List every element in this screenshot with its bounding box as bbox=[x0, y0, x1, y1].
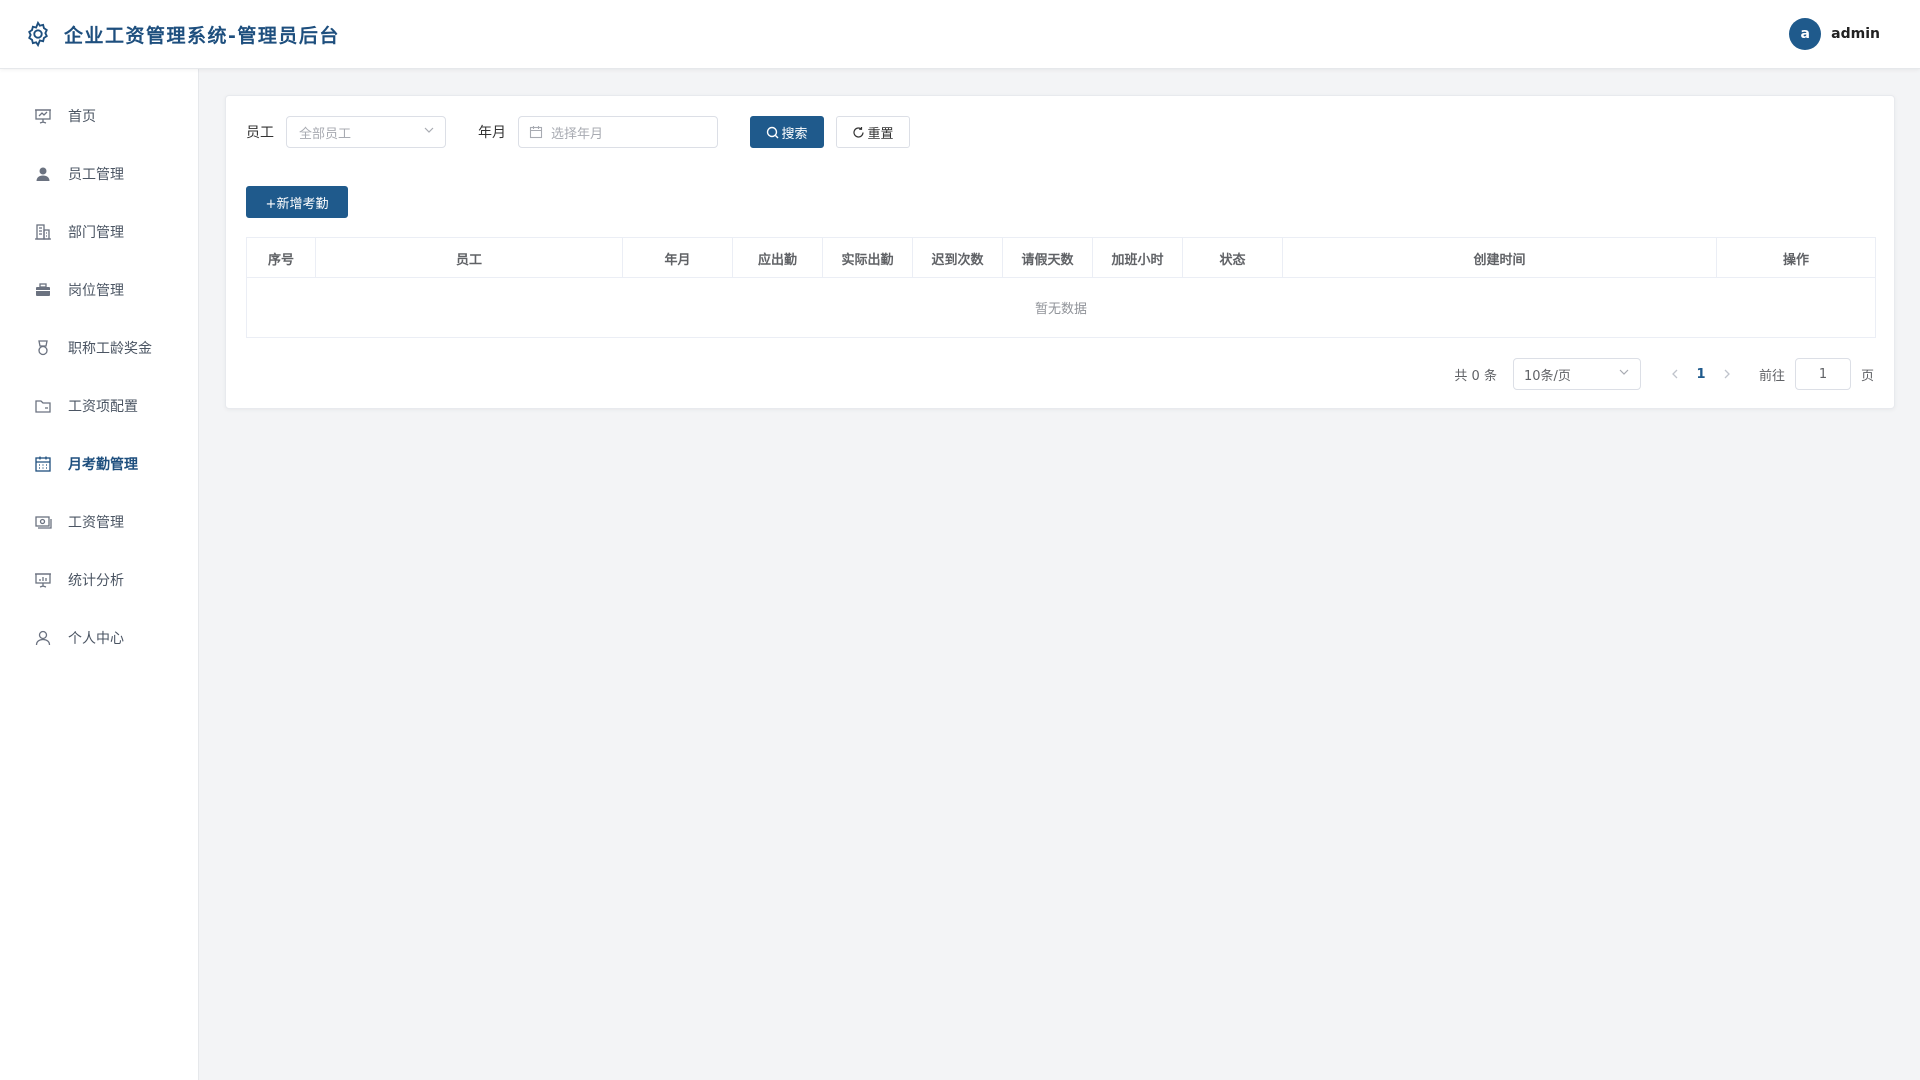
sidebar-menu: 首页 员工管理 部门管理 岗位管理 职称工龄奖金 工资项配置 月考勤管理 工资管… bbox=[0, 69, 198, 667]
search-icon bbox=[766, 126, 779, 139]
filter-bar: 员工 全部员工 年月 选择年月 搜索 重置 bbox=[246, 116, 910, 148]
calendar-icon bbox=[529, 125, 543, 139]
employee-select[interactable]: 全部员工 bbox=[286, 116, 446, 148]
sidebar-item-label: 统计分析 bbox=[68, 573, 124, 589]
sidebar-item-employees[interactable]: 员工管理 bbox=[0, 145, 198, 203]
sidebar-item-title-bonus[interactable]: 职称工龄奖金 bbox=[0, 319, 198, 377]
empty-state: 暂无数据 bbox=[1034, 302, 1087, 317]
column-header[interactable]: 创建时间 bbox=[1283, 238, 1717, 278]
sidebar-item-salary-items[interactable]: 工资项配置 bbox=[0, 377, 198, 435]
pagination: 共 0 条 10条/页 1 前往 1 页 bbox=[1454, 358, 1874, 390]
calendar-icon bbox=[34, 455, 52, 473]
chevron-right-icon bbox=[1724, 369, 1730, 379]
sidebar-item-label: 部门管理 bbox=[68, 225, 124, 241]
month-picker[interactable]: 选择年月 bbox=[518, 116, 718, 148]
column-header[interactable]: 序号 bbox=[247, 238, 316, 278]
suitcase-icon bbox=[34, 281, 52, 299]
avatar[interactable]: a bbox=[1789, 18, 1822, 50]
brand: 企业工资管理系统-管理员后台 bbox=[24, 20, 340, 48]
page-jump-input[interactable]: 1 bbox=[1794, 358, 1851, 390]
medal-icon bbox=[34, 339, 52, 357]
user-filled-icon bbox=[34, 165, 52, 183]
money-icon bbox=[34, 513, 52, 531]
page-size-select[interactable]: 10条/页 bbox=[1512, 358, 1641, 390]
sidebar-item-label: 员工管理 bbox=[68, 167, 124, 183]
attendance-card: 员工 全部员工 年月 选择年月 搜索 重置 +新增考勤 序号 员工 年月 应出勤… bbox=[225, 95, 1895, 409]
top-header: 企业工资管理系统-管理员后台 a admin bbox=[0, 0, 1920, 69]
sidebar-item-attendance[interactable]: 月考勤管理 bbox=[0, 435, 198, 493]
month-picker-placeholder: 选择年月 bbox=[551, 126, 604, 142]
user-menu[interactable]: a admin bbox=[1789, 18, 1880, 50]
sidebar-item-departments[interactable]: 部门管理 bbox=[0, 203, 198, 261]
page-number-current[interactable]: 1 bbox=[1685, 367, 1717, 382]
presentation-icon bbox=[34, 107, 52, 125]
employee-filter-label: 员工 bbox=[246, 125, 274, 141]
sidebar-item-label: 工资项配置 bbox=[68, 399, 138, 415]
page-size-value: 10条/页 bbox=[1523, 368, 1571, 384]
sidebar-item-home[interactable]: 首页 bbox=[0, 87, 198, 145]
gear-icon bbox=[24, 20, 52, 48]
sidebar-item-label: 岗位管理 bbox=[68, 283, 124, 299]
column-header[interactable]: 加班小时 bbox=[1093, 238, 1183, 278]
page-suffix: 页 bbox=[1860, 368, 1874, 384]
page-jumper: 前往 1 页 bbox=[1759, 358, 1874, 390]
username[interactable]: admin bbox=[1831, 26, 1880, 42]
column-header[interactable]: 年月 bbox=[623, 238, 733, 278]
reset-button[interactable]: 重置 bbox=[836, 116, 910, 148]
add-attendance-button[interactable]: +新增考勤 bbox=[246, 186, 348, 218]
office-building-icon bbox=[34, 223, 52, 241]
goto-label: 前往 bbox=[1758, 368, 1785, 384]
month-filter-label: 年月 bbox=[478, 125, 506, 141]
sidebar-item-label: 月考勤管理 bbox=[68, 457, 138, 473]
column-header[interactable]: 请假天数 bbox=[1003, 238, 1093, 278]
sidebar-item-salary[interactable]: 工资管理 bbox=[0, 493, 198, 551]
attendance-table: 序号 员工 年月 应出勤 实际出勤 迟到次数 请假天数 加班小时 状态 创建时间… bbox=[246, 237, 1876, 338]
sidebar-item-statistics[interactable]: 统计分析 bbox=[0, 551, 198, 609]
sidebar-item-label: 首页 bbox=[68, 109, 96, 125]
folder-icon bbox=[34, 397, 52, 415]
sidebar-item-profile[interactable]: 个人中心 bbox=[0, 609, 198, 667]
column-header[interactable]: 实际出勤 bbox=[823, 238, 913, 278]
app-title: 企业工资管理系统-管理员后台 bbox=[64, 24, 340, 47]
sidebar-item-positions[interactable]: 岗位管理 bbox=[0, 261, 198, 319]
user-icon bbox=[34, 629, 52, 647]
data-analysis-icon bbox=[34, 571, 52, 589]
column-header[interactable]: 状态 bbox=[1183, 238, 1283, 278]
sidebar-item-label: 职称工龄奖金 bbox=[68, 341, 152, 357]
sidebar-item-label: 个人中心 bbox=[68, 631, 124, 647]
next-page-button[interactable] bbox=[1717, 364, 1737, 384]
employee-select-placeholder: 全部员工 bbox=[299, 126, 352, 142]
sidebar-item-label: 工资管理 bbox=[68, 515, 124, 531]
table-header: 序号 员工 年月 应出勤 实际出勤 迟到次数 请假天数 加班小时 状态 创建时间… bbox=[247, 238, 1875, 278]
total-count: 共 0 条 bbox=[1454, 368, 1497, 384]
search-button[interactable]: 搜索 bbox=[750, 116, 824, 148]
column-header[interactable]: 迟到次数 bbox=[913, 238, 1003, 278]
chevron-down-icon bbox=[423, 124, 435, 140]
column-header[interactable]: 操作 bbox=[1717, 238, 1875, 278]
column-header[interactable]: 员工 bbox=[316, 238, 623, 278]
sidebar: 首页 员工管理 部门管理 岗位管理 职称工龄奖金 工资项配置 月考勤管理 工资管… bbox=[0, 69, 199, 1080]
search-button-label: 搜索 bbox=[781, 126, 808, 142]
refresh-icon bbox=[852, 126, 865, 139]
prev-page-button[interactable] bbox=[1665, 364, 1685, 384]
column-header[interactable]: 应出勤 bbox=[733, 238, 823, 278]
chevron-down-icon bbox=[1618, 366, 1630, 382]
chevron-left-icon bbox=[1672, 369, 1678, 379]
reset-button-label: 重置 bbox=[867, 126, 894, 142]
